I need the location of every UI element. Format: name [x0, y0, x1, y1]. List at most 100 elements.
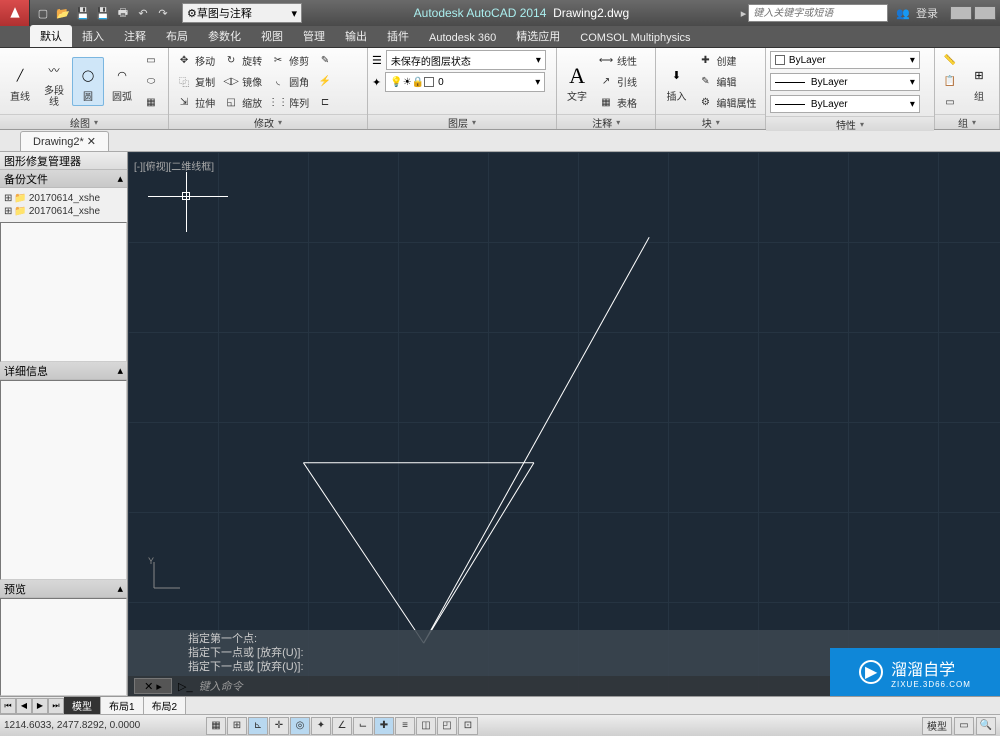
model-tab[interactable]: 模型 — [64, 697, 101, 714]
insert-button[interactable]: ⬇插入 — [660, 58, 692, 105]
saveas-icon[interactable]: 💾 — [94, 4, 112, 22]
tpy-toggle[interactable]: ◫ — [416, 717, 436, 735]
osnap-toggle[interactable]: ◎ — [290, 717, 310, 735]
fillet-button[interactable]: ◟圆角 — [267, 71, 312, 91]
panel-title-block[interactable]: 块▾ — [656, 114, 764, 129]
layer-icon[interactable]: ✦ — [372, 76, 381, 89]
lineweight-combo[interactable]: ByLayer▾ — [770, 73, 920, 91]
layout1-tab[interactable]: 布局1 — [101, 697, 144, 714]
panel-title-annot[interactable]: 注释▾ — [557, 114, 655, 129]
search-input[interactable] — [748, 4, 888, 22]
login-button[interactable]: 登录 — [916, 5, 938, 21]
workspace-combo[interactable]: ⚙ 草图与注释 ▾ — [182, 3, 302, 23]
trim-button[interactable]: ✂修剪 — [267, 50, 312, 70]
create-block-button[interactable]: ✚创建 — [694, 50, 759, 70]
table-button[interactable]: ▦表格 — [595, 92, 640, 112]
cmd-handle-icon[interactable]: ✕ ▸ — [134, 678, 172, 694]
minimize-button[interactable] — [950, 6, 972, 20]
tab-insert[interactable]: 插入 — [72, 25, 114, 47]
measure-button[interactable]: 📏 — [939, 50, 961, 70]
text-button[interactable]: A文字 — [561, 58, 593, 105]
color-combo[interactable]: ByLayer▾ — [770, 51, 920, 69]
select-button[interactable]: ▭ — [939, 92, 961, 112]
edit-block-button[interactable]: ✎编辑 — [694, 71, 759, 91]
scale-button[interactable]: ◱缩放 — [220, 92, 265, 112]
explode-button[interactable]: ⚡ — [314, 71, 336, 91]
drawing-canvas[interactable]: [-][俯视][二维线框] Y 指定第一个点: 指定下一点或 [放弃(U)]: … — [128, 152, 1000, 696]
tab-last-button[interactable]: ⏭ — [48, 698, 64, 714]
polar-toggle[interactable]: ✛ — [269, 717, 289, 735]
layerstate-combo[interactable]: 未保存的图层状态▾ — [386, 50, 546, 70]
arc-button[interactable]: ◠圆弧 — [106, 58, 138, 105]
group-button[interactable]: ⊞组 — [963, 58, 995, 105]
layer-combo[interactable]: 💡☀🔒 0▾ — [385, 72, 545, 92]
dyn-toggle[interactable]: ✚ — [374, 717, 394, 735]
dim-button[interactable]: ⟷线性 — [595, 50, 640, 70]
qp-toggle[interactable]: ◰ — [437, 717, 457, 735]
lwt-toggle[interactable]: ≡ — [395, 717, 415, 735]
coordinates-display[interactable]: 1214.6033, 2477.8292, 0.0000 — [4, 720, 204, 731]
redo-icon[interactable]: ↷ — [154, 4, 172, 22]
tab-annotate[interactable]: 注释 — [114, 25, 156, 47]
3dosnap-toggle[interactable]: ✦ — [311, 717, 331, 735]
array-button[interactable]: ⋮⋮阵列 — [267, 92, 312, 112]
tree-item[interactable]: ⊞📁20170614_xshe — [4, 192, 123, 205]
circle-button[interactable]: ◯圆 — [72, 57, 104, 106]
edit-attr-button[interactable]: ⚙编辑属性 — [694, 92, 759, 112]
linetype-combo[interactable]: ByLayer▾ — [770, 95, 920, 113]
backup-header[interactable]: 备份文件▴ — [0, 170, 127, 188]
detail-header[interactable]: 详细信息▴ — [0, 362, 127, 380]
panel-title-modify[interactable]: 修改▾ — [169, 114, 367, 129]
print-icon[interactable]: 🖶 — [114, 4, 132, 22]
stretch-button[interactable]: ⇲拉伸 — [173, 92, 218, 112]
otrack-toggle[interactable]: ∠ — [332, 717, 352, 735]
modelspace-button[interactable]: 模型 — [922, 717, 952, 735]
open-icon[interactable]: 📂 — [54, 4, 72, 22]
layerstate-icon[interactable]: ☰ — [372, 54, 382, 67]
save-icon[interactable]: 💾 — [74, 4, 92, 22]
undo-icon[interactable]: ↶ — [134, 4, 152, 22]
tab-parametric[interactable]: 参数化 — [198, 25, 251, 47]
tab-featured[interactable]: 精选应用 — [506, 25, 570, 47]
tab-view[interactable]: 视图 — [251, 25, 293, 47]
copy-button[interactable]: ⿻复制 — [173, 71, 218, 91]
panel-title-props[interactable]: 特性▾ — [766, 116, 934, 131]
mirror-button[interactable]: ◁▷镜像 — [220, 71, 265, 91]
tab-manage[interactable]: 管理 — [293, 25, 335, 47]
panel-title-group[interactable]: 组▾ — [935, 114, 999, 129]
panel-title-layers[interactable]: 图层▾ — [368, 114, 556, 129]
tree-item[interactable]: ⊞📁20170614_xshe — [4, 205, 123, 218]
panel-header[interactable]: 图形修复管理器 — [0, 152, 127, 170]
preview-header[interactable]: 预览▴ — [0, 580, 127, 598]
ducs-toggle[interactable]: ⌙ — [353, 717, 373, 735]
grid-toggle[interactable]: ⊞ — [227, 717, 247, 735]
file-tab[interactable]: Drawing2* ✕ — [20, 131, 109, 151]
layout-quickview[interactable]: ▭ — [954, 717, 974, 735]
close-button[interactable] — [974, 6, 996, 20]
layout2-tab[interactable]: 布局2 — [144, 697, 187, 714]
new-icon[interactable]: ▢ — [34, 4, 52, 22]
panel-title-draw[interactable]: 绘图▾ — [0, 114, 168, 129]
help-icon[interactable]: 👥 — [896, 7, 910, 20]
move-button[interactable]: ✥移动 — [173, 50, 218, 70]
ellipse-button[interactable]: ⬭ — [140, 71, 162, 91]
tab-prev-button[interactable]: ◀ — [16, 698, 32, 714]
tab-next-button[interactable]: ▶ — [32, 698, 48, 714]
annoscale-button[interactable]: 🔍 — [976, 717, 996, 735]
ortho-toggle[interactable]: ⊾ — [248, 717, 268, 735]
tab-layout[interactable]: 布局 — [156, 25, 198, 47]
app-menu-button[interactable] — [0, 0, 30, 26]
rect-button[interactable]: ▭ — [140, 50, 162, 70]
leader-button[interactable]: ↗引线 — [595, 71, 640, 91]
tab-first-button[interactable]: ⏮ — [0, 698, 16, 714]
tab-autodesk360[interactable]: Autodesk 360 — [419, 29, 506, 47]
snap-toggle[interactable]: ▦ — [206, 717, 226, 735]
hatch-button[interactable]: ▦ — [140, 92, 162, 112]
tab-addins[interactable]: 插件 — [377, 25, 419, 47]
tab-comsol[interactable]: COMSOL Multiphysics — [570, 29, 700, 47]
paste-button[interactable]: 📋 — [939, 71, 961, 91]
rotate-button[interactable]: ↻旋转 — [220, 50, 265, 70]
offset-button[interactable]: ⊏ — [314, 92, 336, 112]
polyline-button[interactable]: 〰多段线 — [38, 52, 70, 110]
sc-toggle[interactable]: ⊡ — [458, 717, 478, 735]
